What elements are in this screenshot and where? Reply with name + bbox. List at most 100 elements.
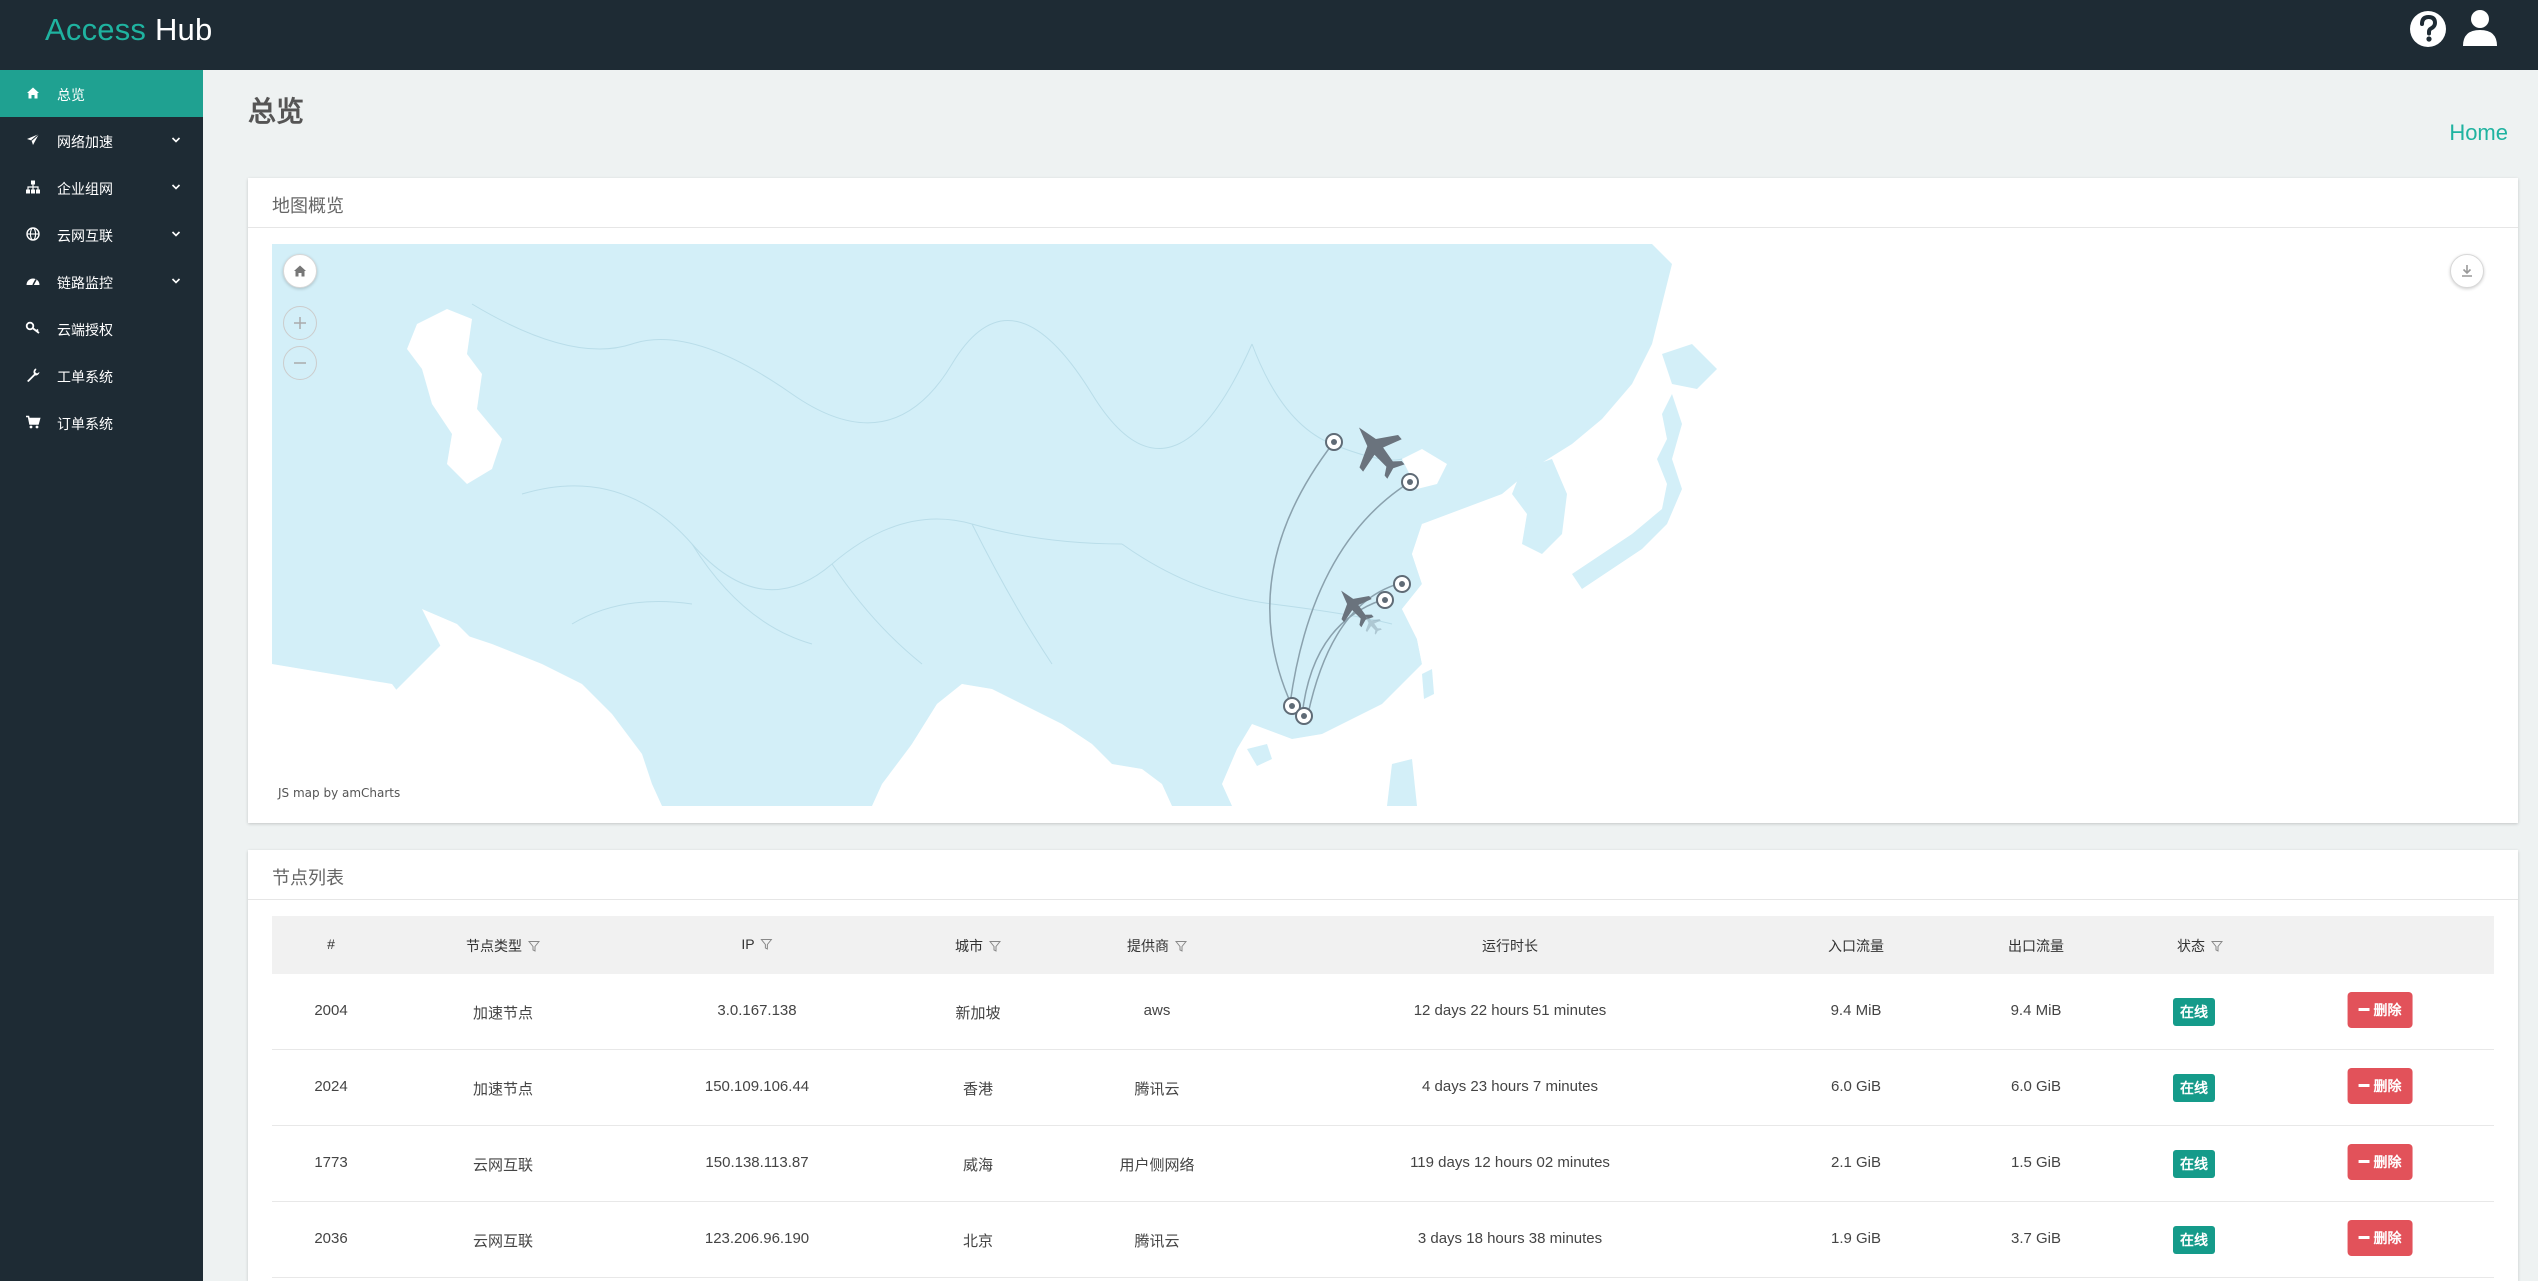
home-icon bbox=[27, 87, 39, 99]
cell-outbound: 3.7 GiB bbox=[2010, 1230, 2062, 1247]
status-badge: 在线 bbox=[2173, 1150, 2215, 1178]
col-header-uptime: 运行时长 bbox=[1482, 938, 1538, 954]
wrench-icon bbox=[27, 368, 40, 382]
delete-button[interactable]: 删除 bbox=[2347, 1220, 2413, 1256]
sidebar-item-cloud-authorization[interactable]: 云端授权 bbox=[0, 305, 203, 352]
cell-inbound: 2.1 GiB bbox=[1830, 1154, 1882, 1171]
cell-outbound: 6.0 GiB bbox=[2010, 1078, 2062, 1095]
cell-uptime: 12 days 22 hours 51 minutes bbox=[1413, 1002, 1607, 1019]
map-view[interactable]: JS map by amCharts bbox=[272, 244, 2494, 806]
map-home-button[interactable] bbox=[283, 254, 317, 288]
filter-icon[interactable] bbox=[1175, 940, 1187, 952]
cell-inbound: 6.0 GiB bbox=[1830, 1078, 1882, 1095]
page-title: 总览 bbox=[248, 96, 305, 127]
filter-icon[interactable] bbox=[760, 938, 773, 950]
cell-outbound: 9.4 MiB bbox=[2010, 1002, 2062, 1019]
cell-inbound: 9.4 MiB bbox=[1830, 1002, 1882, 1019]
node-list-title: 节点列表 bbox=[272, 868, 344, 888]
sidebar-item-label: 云网互联 bbox=[57, 228, 113, 244]
chevron-down-icon bbox=[171, 231, 181, 237]
chevron-down-icon bbox=[171, 278, 181, 284]
plane-icon bbox=[27, 133, 40, 145]
cell-ip: 150.138.113.87 bbox=[705, 1154, 809, 1171]
col-header-type[interactable]: 节点类型 bbox=[466, 936, 540, 956]
col-header-outbound: 出口流量 bbox=[2008, 938, 2064, 954]
map-land-taiwan bbox=[1422, 669, 1434, 699]
delete-button[interactable]: 删除 bbox=[2347, 992, 2413, 1028]
breadcrumb-home[interactable]: Home bbox=[2449, 120, 2508, 146]
table-row: 2024 加速节点 150.109.106.44 香港 腾讯云 4 days 2… bbox=[272, 1050, 2494, 1126]
chevron-down-icon bbox=[171, 137, 181, 143]
dashboard-icon bbox=[26, 278, 40, 286]
col-header-ip[interactable]: IP bbox=[741, 936, 773, 952]
map-land-hokkaido bbox=[1662, 344, 1717, 389]
brand-part1: Access bbox=[45, 12, 147, 47]
cell-uptime: 3 days 18 hours 38 minutes bbox=[1417, 1230, 1603, 1247]
cell-uptime: 4 days 23 hours 7 minutes bbox=[1422, 1078, 1598, 1095]
map-card: 地图概览 JS map by amCharts bbox=[248, 178, 2518, 823]
delete-button-label: 删除 bbox=[2373, 1154, 2402, 1170]
minus-circle-icon bbox=[2358, 1236, 2370, 1239]
sidebar: 总览 网络加速 企业组网 云网互联 链路监控 云端授权 工单系统 订单系统 bbox=[0, 70, 203, 1281]
col-header-city[interactable]: 城市 bbox=[955, 936, 1001, 956]
map-water-east-china-sea bbox=[1402, 514, 1592, 664]
map-zoom-out-button[interactable] bbox=[283, 346, 317, 380]
sidebar-item-label: 总览 bbox=[57, 87, 85, 103]
cell-city: 香港 bbox=[962, 1081, 994, 1098]
col-header-provider[interactable]: 提供商 bbox=[1127, 936, 1187, 956]
brand-logo[interactable]: Access Hub bbox=[45, 12, 212, 48]
map-zoom-in-button[interactable] bbox=[283, 306, 317, 340]
cell-type: 云网互联 bbox=[472, 1157, 534, 1174]
cell-outbound: 1.5 GiB bbox=[2010, 1154, 2062, 1171]
sidebar-item-order-system[interactable]: 订单系统 bbox=[0, 399, 203, 446]
cell-uptime: 119 days 12 hours 02 minutes bbox=[1410, 1154, 1610, 1171]
sidebar-item-label: 订单系统 bbox=[57, 416, 113, 432]
filter-icon[interactable] bbox=[528, 940, 540, 952]
sitemap-icon bbox=[26, 180, 40, 194]
map-land-philippines bbox=[1387, 759, 1417, 806]
map-card-title: 地图概览 bbox=[272, 196, 344, 216]
minus-circle-icon bbox=[2358, 1008, 2370, 1011]
delete-button[interactable]: 删除 bbox=[2347, 1144, 2413, 1180]
cart-icon bbox=[26, 415, 41, 429]
map-export-button[interactable] bbox=[2450, 254, 2484, 288]
sidebar-item-label: 企业组网 bbox=[57, 181, 113, 197]
minus-circle-icon bbox=[2358, 1084, 2370, 1087]
cell-id: 1773 bbox=[314, 1154, 348, 1171]
filter-icon[interactable] bbox=[989, 940, 1001, 952]
cell-city: 北京 bbox=[962, 1233, 994, 1250]
cell-inbound: 1.9 GiB bbox=[1830, 1230, 1882, 1247]
status-badge: 在线 bbox=[2173, 998, 2215, 1026]
map-land-hainan bbox=[1247, 744, 1272, 766]
delete-button-label: 删除 bbox=[2373, 1078, 2402, 1094]
divider bbox=[248, 899, 2518, 900]
cell-type: 加速节点 bbox=[472, 1081, 534, 1098]
sidebar-item-overview[interactable]: 总览 bbox=[0, 70, 203, 117]
sidebar-item-network-acceleration[interactable]: 网络加速 bbox=[0, 117, 203, 164]
delete-button[interactable]: 删除 bbox=[2347, 1068, 2413, 1104]
filter-icon[interactable] bbox=[2211, 940, 2223, 952]
map-credit[interactable]: JS map by amCharts bbox=[278, 786, 400, 800]
sidebar-item-enterprise-network[interactable]: 企业组网 bbox=[0, 164, 203, 211]
sidebar-item-cloud-interconnect[interactable]: 云网互联 bbox=[0, 211, 203, 258]
table-row: 2036 云网互联 123.206.96.190 北京 腾讯云 3 days 1… bbox=[272, 1202, 2494, 1278]
table-header: # 节点类型 IP 城市 提供商 运行时长 入口流量 出口流量 状态 bbox=[272, 916, 2494, 974]
brand-part2: Hub bbox=[154, 12, 213, 47]
sidebar-item-label: 链路监控 bbox=[57, 275, 113, 291]
sidebar-item-ticket-system[interactable]: 工单系统 bbox=[0, 352, 203, 399]
help-icon[interactable] bbox=[2405, 4, 2451, 50]
user-icon[interactable] bbox=[2457, 4, 2503, 50]
cell-provider: 腾讯云 bbox=[1134, 1233, 1180, 1250]
plus-icon bbox=[294, 317, 306, 329]
node-list-card: 节点列表 # 节点类型 IP 城市 提供商 运行时长 入口流量 出口流量 状态 … bbox=[248, 850, 2518, 1281]
table-row: 2004 加速节点 3.0.167.138 新加坡 aws 12 days 22… bbox=[272, 974, 2494, 1050]
sidebar-item-label: 云端授权 bbox=[57, 322, 113, 338]
sidebar-item-label: 网络加速 bbox=[57, 134, 113, 150]
col-header-id: # bbox=[327, 936, 335, 952]
sidebar-item-link-monitor[interactable]: 链路监控 bbox=[0, 258, 203, 305]
cell-ip: 150.109.106.44 bbox=[704, 1078, 810, 1095]
col-header-status[interactable]: 状态 bbox=[2177, 936, 2223, 956]
status-badge: 在线 bbox=[2173, 1074, 2215, 1102]
cell-provider: 用户侧网络 bbox=[1119, 1157, 1195, 1174]
home-icon bbox=[294, 265, 306, 277]
